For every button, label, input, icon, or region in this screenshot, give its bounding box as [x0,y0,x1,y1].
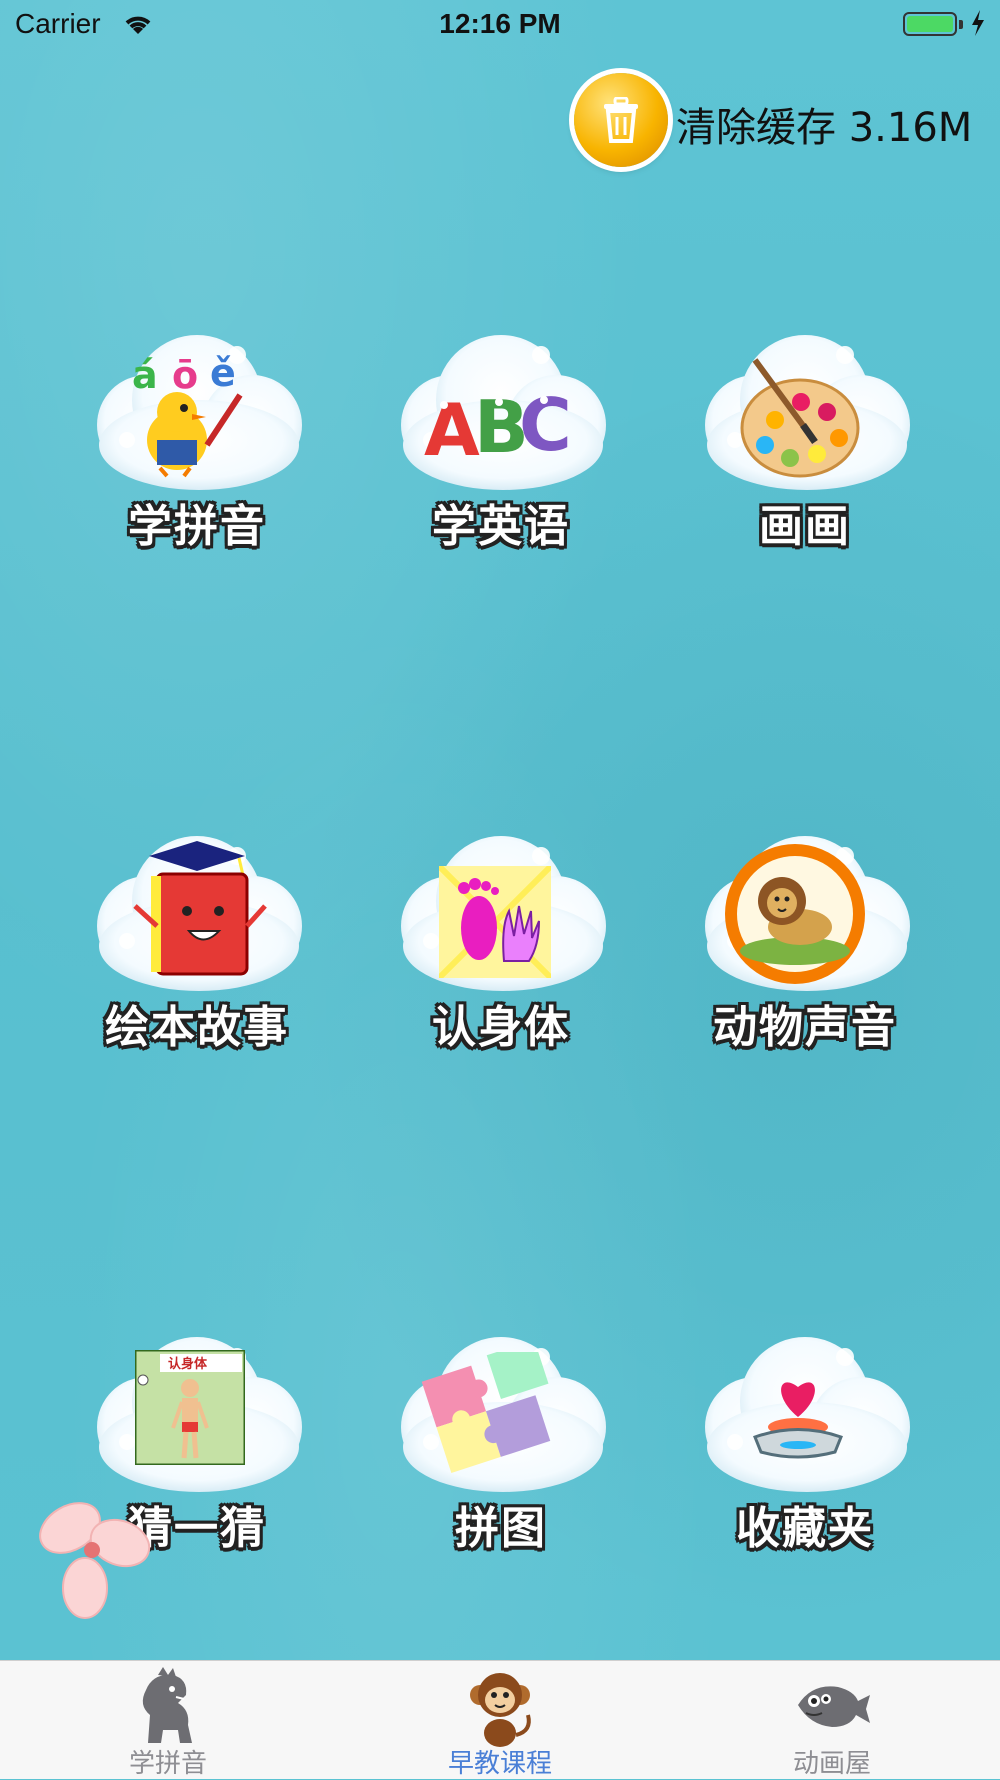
tile-favorites[interactable]: 收藏夹 [685,1332,925,1562]
svg-text:A: A [424,388,480,470]
paint-palette-icon [740,358,860,478]
clear-cache-label: 清除缓存 3.16M [676,105,973,151]
svg-text:ō: ō [172,353,198,397]
charging-bolt-icon [972,10,984,36]
tile-drawing[interactable]: 画画 [685,330,925,560]
svg-text:C: C [519,383,572,467]
tile-label: 动物声音 [713,1002,897,1053]
pinyin-bird-icon: á ō ě [132,351,243,478]
puzzle-icon [421,1352,551,1473]
trash-icon [574,73,668,167]
tile-picture-books[interactable]: 绘本故事 [77,831,317,1061]
tab-pinyin[interactable]: 学拼音 [68,1661,268,1779]
tile-label: 学拼音 [128,501,266,552]
tile-label: 学英语 [432,501,570,552]
heart-pedestal-icon [753,1382,843,1459]
dinosaur-icon [142,1667,192,1743]
tile-animal-sounds[interactable]: 动物声音 [685,831,925,1061]
tile-body-parts[interactable]: 认身体 [381,831,621,1061]
tab-label: 早教课程 [447,1749,552,1779]
lion-icon [725,844,865,984]
body-chart-icon: 认身体 [135,1350,245,1465]
tab-label: 学拼音 [128,1749,207,1779]
cherry-blossom-icon [39,1502,151,1619]
tab-early-education[interactable]: 早教课程 [400,1661,600,1779]
fish-icon [798,1686,870,1727]
status-bar: Carrier 12:16 PM [0,0,1000,50]
tab-bar: 学拼音 早教课程 动画屋 [0,1660,1000,1779]
hand-foot-icon [439,866,551,978]
abc-letters-icon: A B C [424,383,572,470]
tile-label: 拼图 [455,1503,547,1554]
tile-pinyin[interactable]: á ō ě 学拼音 [77,330,317,560]
tile-label: 画画 [759,501,851,552]
battery-icon [903,12,957,36]
svg-text:认身体: 认身体 [168,1356,208,1372]
monkey-icon [470,1673,531,1747]
tile-label: 收藏夹 [736,1503,874,1554]
tile-english[interactable]: A B C 学英语 [381,330,621,560]
clock: 12:16 PM [439,8,561,39]
tile-label: 认身体 [432,1002,570,1053]
svg-text:á: á [132,353,158,397]
tile-label: 绘本故事 [105,1002,289,1053]
tab-animation[interactable]: 动画屋 [732,1661,932,1779]
tile-puzzle[interactable]: 拼图 [381,1332,621,1562]
storybook-icon [133,841,267,976]
tab-label: 动画屋 [792,1749,871,1779]
svg-text:ě: ě [210,351,236,395]
